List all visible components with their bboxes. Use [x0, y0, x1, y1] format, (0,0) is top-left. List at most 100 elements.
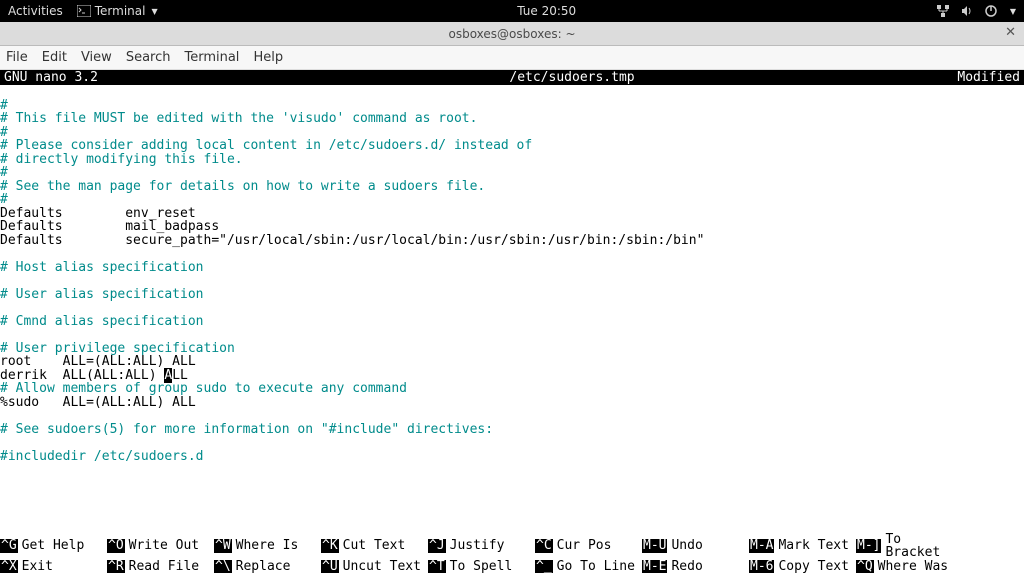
nano-shortcut: ^G Get Help [0, 533, 107, 560]
shortcut-key: ^R [107, 560, 125, 574]
shortcut-key: M-E [642, 560, 667, 574]
nano-header-bar: GNU nano 3.2 /etc/sudoers.tmp Modified [0, 70, 1024, 85]
shortcut-label: Copy Text [778, 560, 848, 574]
terminal-icon [77, 5, 91, 17]
shortcut-label: Mark Text [778, 539, 848, 553]
shortcut-key: M-6 [749, 560, 774, 574]
nano-shortcut: ^W Where Is [214, 533, 321, 560]
nano-shortcut: ^RRead File [107, 560, 214, 574]
shortcut-label: Get Help [22, 539, 85, 553]
shortcut-key: ^\ [214, 560, 232, 574]
shortcut-key: ^O [107, 539, 125, 553]
nano-version: GNU nano 3.2 [4, 71, 224, 85]
shortcut-key: ^Q [856, 560, 874, 574]
active-app-name: Terminal [95, 4, 146, 18]
editor-line: %sudo ALL=(ALL:ALL) ALL [0, 396, 1024, 410]
menu-view[interactable]: View [81, 50, 112, 65]
shortcut-label: To Bracket [885, 533, 963, 560]
editor-line: # [0, 126, 1024, 140]
shortcut-label: Justify [450, 539, 505, 553]
editor-line: # [0, 193, 1024, 207]
shortcut-key: M-U [642, 539, 667, 553]
editor-line: # Allow members of group sudo to execute… [0, 382, 1024, 396]
editor-line: # See sudoers(5) for more information on… [0, 423, 1024, 437]
shortcut-key: ^G [0, 539, 18, 553]
shortcut-label: Where Was [878, 560, 948, 574]
shortcut-label: Replace [236, 560, 291, 574]
editor-line: derrik ALL(ALL:ALL) ALL [0, 369, 1024, 383]
nano-modified-indicator: Modified [920, 71, 1020, 85]
editor-line: # directly modifying this file. [0, 153, 1024, 167]
editor-line: # User alias specification [0, 288, 1024, 302]
nano-shortcut: M-U Undo [642, 533, 749, 560]
shortcut-key: ^J [428, 539, 446, 553]
nano-shortcut: ^X Exit [0, 560, 107, 574]
editor-line: # Cmnd alias specification [0, 315, 1024, 329]
close-icon[interactable]: ✕ [1005, 25, 1016, 40]
window-titlebar: osboxes@osboxes: ~ ✕ [0, 22, 1024, 46]
shortcut-key: ^U [321, 560, 339, 574]
shortcut-label: Exit [22, 560, 53, 574]
shortcut-key: ^T [428, 560, 446, 574]
editor-line: # See the man page for details on how to… [0, 180, 1024, 194]
terminal-viewport[interactable]: GNU nano 3.2 /etc/sudoers.tmp Modified #… [0, 70, 1024, 574]
nano-shortcut: ^Q Where Was [856, 560, 963, 574]
editor-line [0, 274, 1024, 288]
menu-terminal[interactable]: Terminal [184, 50, 239, 65]
shortcut-key: ^W [214, 539, 232, 553]
editor-line: #includedir /etc/sudoers.d [0, 450, 1024, 464]
editor-line: Defaults secure_path="/usr/local/sbin:/u… [0, 234, 1024, 248]
clock[interactable]: Tue 20:50 [158, 4, 936, 18]
menu-search[interactable]: Search [126, 50, 171, 65]
menu-file[interactable]: File [6, 50, 28, 65]
shortcut-label: Cut Text [343, 539, 406, 553]
window-title: osboxes@osboxes: ~ [448, 27, 575, 41]
nano-shortcut: M-] To Bracket [856, 533, 963, 560]
shortcut-label: Go To Line [557, 560, 635, 574]
editor-line: # [0, 166, 1024, 180]
nano-shortcut: M-6 Copy Text [749, 560, 856, 574]
shortcut-key: ^_ [535, 560, 553, 574]
nano-shortcut: ^U Uncut Text [321, 560, 428, 574]
nano-shortcut: ^T To Spell [428, 560, 535, 574]
shortcut-label: Undo [671, 539, 702, 553]
nano-shortcut: ^\ Replace [214, 560, 321, 574]
nano-shortcut: ^KCut Text [321, 533, 428, 560]
menu-edit[interactable]: Edit [42, 50, 67, 65]
nano-shortcut: ^O Write Out [107, 533, 214, 560]
activities-button[interactable]: Activities [8, 4, 63, 18]
shortcut-key: ^C [535, 539, 553, 553]
nano-shortcut: M-A Mark Text [749, 533, 856, 560]
chevron-down-icon[interactable]: ▼ [1010, 7, 1016, 16]
shortcut-key: M-A [749, 539, 774, 553]
editor-line: Defaults mail_badpass [0, 220, 1024, 234]
editor-line: Defaults env_reset [0, 207, 1024, 221]
network-icon[interactable] [936, 4, 950, 18]
nano-shortcut: ^J Justify [428, 533, 535, 560]
shortcut-label: Uncut Text [343, 560, 421, 574]
shortcut-label: Write Out [129, 539, 199, 553]
terminal-menubar: File Edit View Search Terminal Help [0, 46, 1024, 70]
nano-shortcut: M-ERedo [642, 560, 749, 574]
nano-editor-body[interactable]: ## This file MUST be edited with the 'vi… [0, 85, 1024, 533]
nano-shortcut: ^C Cur Pos [535, 533, 642, 560]
shortcut-label: Where Is [236, 539, 299, 553]
shortcut-key: M-] [856, 539, 881, 553]
editor-line: root ALL=(ALL:ALL) ALL [0, 355, 1024, 369]
editor-line: # Host alias specification [0, 261, 1024, 275]
editor-line [0, 301, 1024, 315]
shortcut-label: Cur Pos [557, 539, 612, 553]
gnome-topbar: Activities Terminal ▼ Tue 20:50 ▼ [0, 0, 1024, 22]
shortcut-key: ^X [0, 560, 18, 574]
shortcut-label: To Spell [450, 560, 513, 574]
editor-line: # [0, 99, 1024, 113]
editor-line [0, 409, 1024, 423]
editor-line: # User privilege specification [0, 342, 1024, 356]
nano-shortcut: ^_ Go To Line [535, 560, 642, 574]
editor-line: # This file MUST be edited with the 'vis… [0, 112, 1024, 126]
volume-icon[interactable] [960, 4, 974, 18]
menu-help[interactable]: Help [253, 50, 283, 65]
power-icon[interactable] [984, 4, 998, 18]
nano-filename: /etc/sudoers.tmp [224, 71, 920, 85]
active-app-indicator[interactable]: Terminal ▼ [77, 4, 158, 18]
